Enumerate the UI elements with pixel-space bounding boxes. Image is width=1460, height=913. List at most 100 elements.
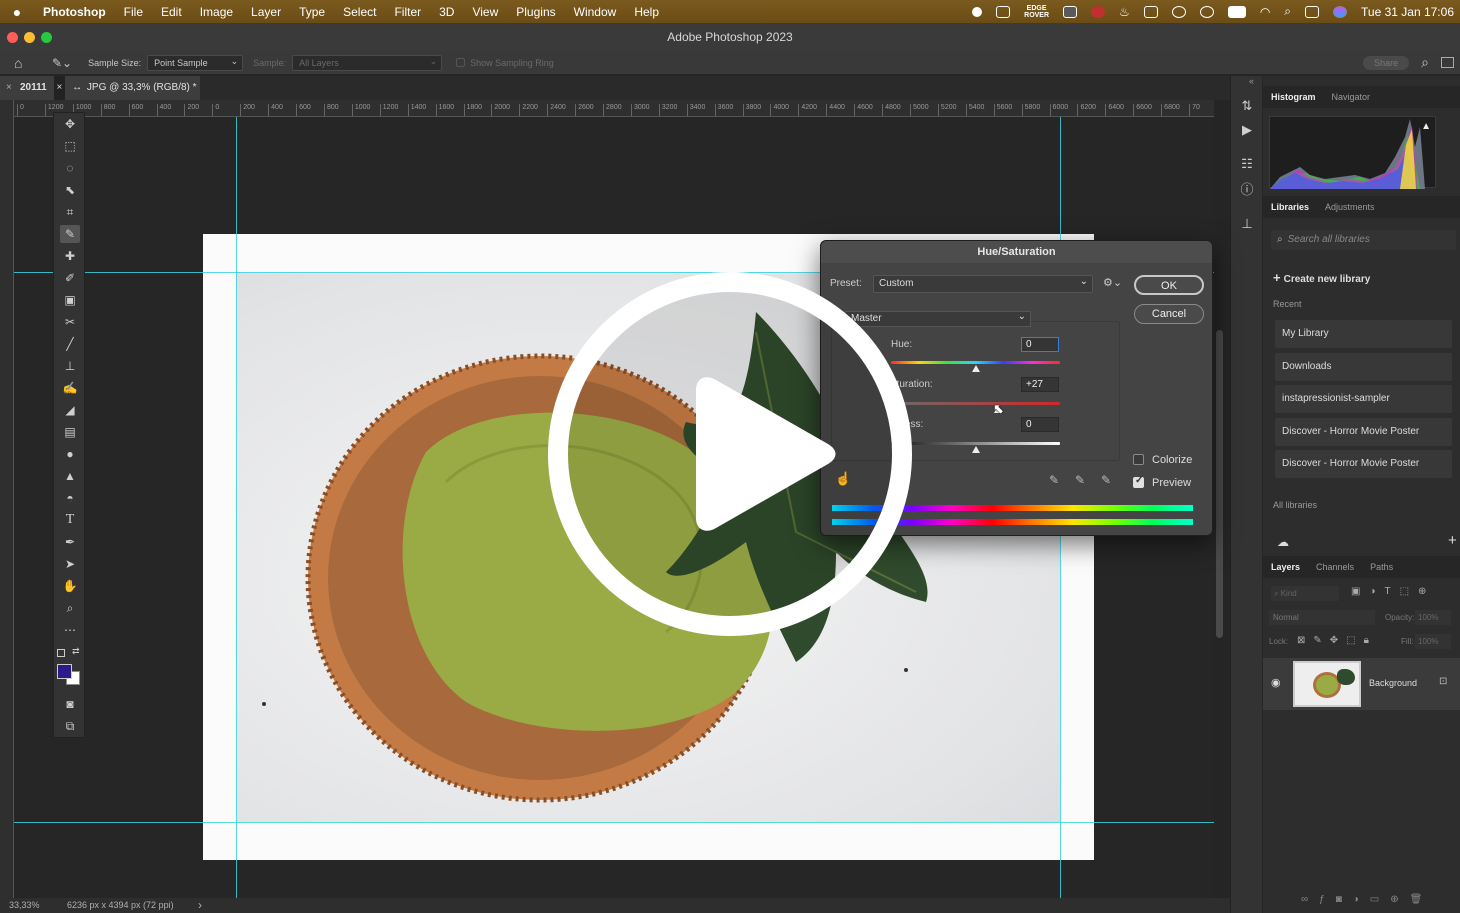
guide-horizontal-bottom[interactable] (14, 822, 1214, 823)
sharpen-tool-icon[interactable]: ▲ (60, 467, 80, 485)
menu-select[interactable]: Select (334, 5, 385, 19)
vertical-scrollbar[interactable] (1216, 330, 1223, 638)
document-tab[interactable]: × 20111 × ↔ JPG @ 33,3% (RGB/8) * (0, 76, 200, 100)
layer-kind-filter[interactable]: ⌕ Kind (1271, 586, 1339, 601)
layer-filter-icons[interactable]: ▣◑T⬚⊕ (1351, 586, 1451, 597)
preset-select[interactable]: Custom ⌄ (873, 275, 1093, 293)
pen-tool-icon[interactable]: ✒ (60, 533, 80, 551)
create-new-library-button[interactable]: + Create new library (1273, 270, 1370, 285)
battery-icon[interactable] (1227, 5, 1246, 18)
layers-footer-icons[interactable]: ∞ƒ◙◑▭⊕🗑︎ (1301, 894, 1433, 905)
eyedropper-subtract-icon[interactable]: ✎ (1101, 473, 1111, 487)
add-library-icon[interactable]: + (1448, 532, 1457, 549)
hand-tool-icon[interactable]: ✋ (60, 577, 80, 595)
tab-overlay-close-icon[interactable]: × (53, 76, 66, 100)
layer-lock-icon[interactable]: ⊡ (1439, 676, 1447, 687)
sample-layers-select[interactable]: All Layers (292, 54, 443, 71)
colorize-checkbox[interactable] (1133, 454, 1144, 465)
tab-navigator[interactable]: Navigator (1324, 92, 1379, 102)
layer-name[interactable]: Background (1369, 678, 1417, 688)
status-menu-arrow[interactable]: › (198, 898, 202, 912)
ok-button[interactable]: OK (1134, 275, 1204, 295)
minimize-window-button[interactable] (24, 32, 35, 43)
foreground-color-swatch[interactable] (57, 664, 72, 679)
move-tool-icon[interactable]: ✥ (60, 115, 80, 133)
preview-checkbox[interactable] (1133, 475, 1144, 488)
crop-tool-icon[interactable]: ⌗ (60, 203, 80, 221)
video-play-button[interactable] (548, 272, 912, 636)
properties-panel-icon[interactable]: ☷ (1239, 156, 1255, 172)
screen-mode-icon[interactable]: ⧉ (60, 717, 80, 735)
actions-panel-icon[interactable]: ▶ (1239, 122, 1255, 138)
tab-paths[interactable]: Paths (1362, 562, 1401, 572)
control-center-icon[interactable] (1305, 5, 1320, 18)
sample-size-select[interactable]: Point Sample (147, 54, 244, 71)
menu-help[interactable]: Help (625, 5, 668, 19)
menu-edit[interactable]: Edit (152, 5, 191, 19)
eyedropper-tool-icon[interactable]: ✎ (60, 225, 80, 243)
cloud-icon[interactable]: ☁ (1277, 535, 1289, 549)
share-button[interactable]: Share (1363, 55, 1410, 70)
paint-brush-tool-icon[interactable]: ╱ (60, 335, 80, 353)
saturation-slider-track[interactable] (891, 402, 1060, 405)
menu-type[interactable]: Type (290, 5, 334, 19)
hue-slider-track[interactable] (891, 361, 1060, 364)
menu-filter[interactable]: Filter (385, 5, 430, 19)
cancel-button[interactable]: Cancel (1134, 304, 1204, 324)
menu-3d[interactable]: 3D (430, 5, 463, 19)
record-icon[interactable] (972, 6, 983, 17)
user-icon[interactable] (1171, 5, 1186, 18)
menu-view[interactable]: View (463, 5, 507, 19)
menu-file[interactable]: File (115, 5, 152, 19)
zoom-tool-icon[interactable]: ⌕ (60, 599, 80, 617)
hue-field[interactable]: 0 (1021, 337, 1059, 352)
type-tool-icon[interactable]: T (60, 511, 80, 529)
layer-row[interactable]: ◉ Background ⊡ (1263, 658, 1460, 710)
horizontal-ruler[interactable]: 0 1200 1000 800 600 400 200 0 200 400 600 800 1000 12… (14, 100, 1214, 117)
tab-channels[interactable]: Channels (1308, 562, 1362, 572)
library-item[interactable]: Downloads (1275, 353, 1452, 381)
fill-field[interactable]: 100% (1415, 634, 1451, 649)
histogram-warning-icon[interactable]: ▲ (1421, 121, 1431, 132)
libraries-search-field[interactable]: ⌕ Search all libraries (1271, 230, 1456, 250)
workspace-icon[interactable] (1441, 57, 1454, 68)
brush-tool-icon[interactable]: ✐ (60, 269, 80, 287)
quick-mask-icon[interactable]: ◙ (60, 695, 80, 713)
healing-brush-tool-icon[interactable]: ✚ (60, 247, 80, 265)
zoom-window-button[interactable] (41, 32, 52, 43)
apple-icon[interactable]: ● (0, 4, 34, 20)
spotlight-search-icon[interactable]: ⌕ (1284, 4, 1291, 19)
menu-photoshop[interactable]: Photoshop (34, 5, 115, 19)
layer-visibility-eye-icon[interactable]: ◉ (1271, 676, 1281, 689)
eyedropper-preset-icon[interactable]: ✎⌄ (52, 56, 72, 70)
dodge-tool-icon[interactable]: ◓ (60, 489, 80, 507)
tab-adjustments[interactable]: Adjustments (1317, 202, 1383, 212)
library-item[interactable]: My Library (1275, 320, 1452, 348)
close-tab-icon[interactable]: × (6, 76, 12, 100)
vertical-ruler[interactable] (0, 100, 14, 900)
home-icon[interactable]: ⌂ (14, 55, 38, 71)
tab-histogram[interactable]: Histogram (1263, 92, 1324, 102)
stamp-tool-icon[interactable]: ▣ (60, 291, 80, 309)
more-tools-icon[interactable]: ⋯ (60, 621, 80, 639)
play-circle-icon[interactable] (1199, 5, 1214, 18)
display-icon[interactable] (1063, 5, 1078, 18)
tab-overlay-expand-icon[interactable]: ↔ (72, 82, 82, 93)
lightness-slider-track[interactable] (891, 442, 1060, 445)
history-brush-tool-icon[interactable]: ✂ (60, 313, 80, 331)
eraser-tool-icon[interactable]: ◢ (60, 401, 80, 419)
lightness-slider-thumb[interactable] (971, 446, 980, 453)
collapse-dock-icon[interactable]: « (1249, 76, 1254, 86)
menu-plugins[interactable]: Plugins (507, 5, 564, 19)
tab-libraries[interactable]: Libraries (1263, 202, 1317, 212)
edgerover-logo[interactable]: EDGE ROVER (1024, 5, 1049, 19)
search-icon[interactable]: ⌕ (1421, 54, 1429, 71)
library-item[interactable]: Discover - Horror Movie Poster (1275, 450, 1452, 478)
swap-colors-icon[interactable]: ⇄ (72, 646, 80, 657)
menu-layer[interactable]: Layer (242, 5, 290, 19)
creative-cloud-icon[interactable] (1091, 5, 1106, 18)
blur-tool-icon[interactable]: ● (60, 445, 80, 463)
object-select-tool-icon[interactable]: ⬉ (60, 181, 80, 199)
guide-vertical-left[interactable] (236, 117, 237, 900)
tab-layers[interactable]: Layers (1263, 562, 1308, 572)
